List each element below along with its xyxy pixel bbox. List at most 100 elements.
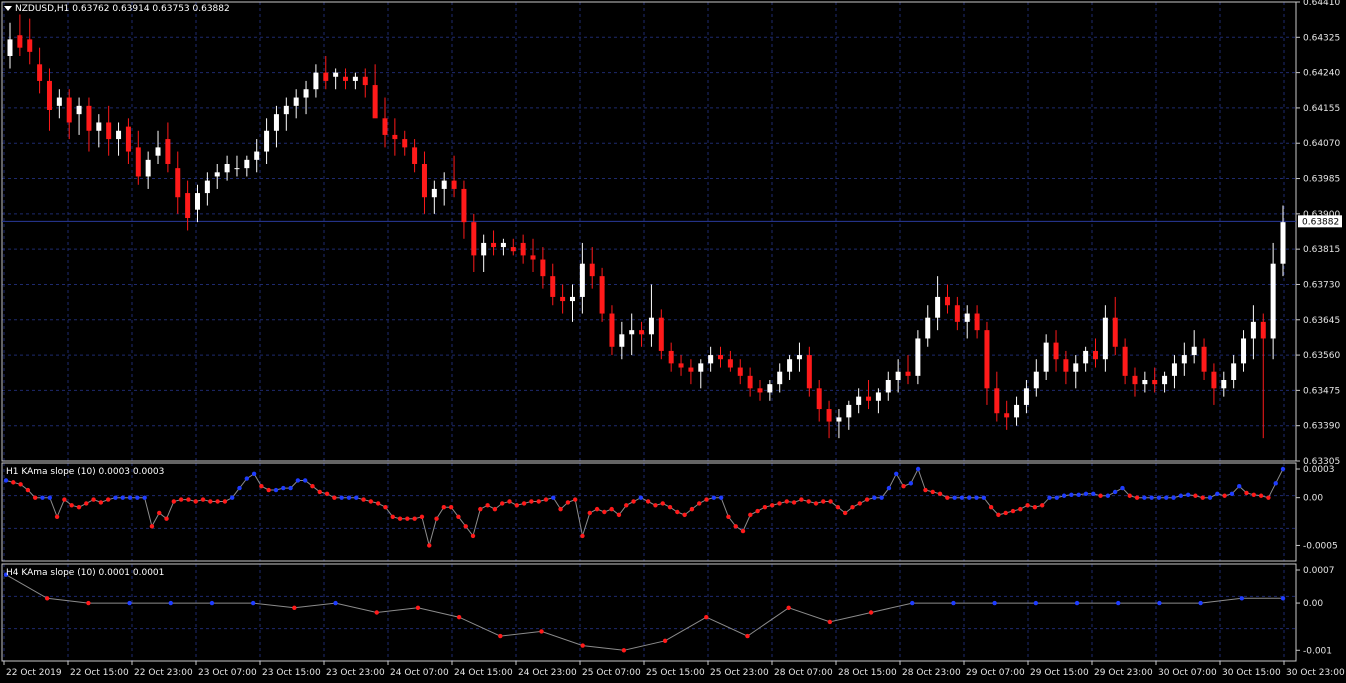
- candle-body[interactable]: [402, 139, 408, 148]
- candle-body[interactable]: [333, 72, 339, 77]
- candle-body[interactable]: [185, 193, 191, 218]
- candle-body[interactable]: [86, 105, 92, 131]
- candle-body[interactable]: [648, 317, 654, 335]
- candle-body[interactable]: [895, 371, 901, 380]
- candle-body[interactable]: [1260, 321, 1266, 339]
- trading-chart[interactable]: 0.64410 0.64325 0.64240 0.64155 0.64070 0.639…: [0, 0, 1346, 683]
- candle-body[interactable]: [1171, 363, 1177, 376]
- candle-body[interactable]: [343, 76, 349, 81]
- candle-body[interactable]: [560, 296, 566, 302]
- candle-body[interactable]: [1280, 222, 1286, 264]
- candle-body[interactable]: [737, 367, 743, 376]
- candle-body[interactable]: [244, 159, 250, 169]
- candle-body[interactable]: [106, 122, 112, 140]
- candle-body[interactable]: [747, 375, 753, 389]
- candle-body[interactable]: [1004, 413, 1010, 418]
- candle-body[interactable]: [1181, 355, 1187, 364]
- candle-body[interactable]: [96, 122, 102, 131]
- candle-body[interactable]: [451, 180, 457, 189]
- candle-body[interactable]: [382, 118, 388, 135]
- candle-body[interactable]: [905, 371, 911, 376]
- candle-body[interactable]: [145, 159, 151, 177]
- candle-body[interactable]: [362, 76, 368, 86]
- candle-body[interactable]: [1063, 359, 1069, 372]
- candle-body[interactable]: [510, 247, 516, 252]
- candle-body[interactable]: [688, 367, 694, 372]
- candle-body[interactable]: [540, 259, 546, 277]
- candle-body[interactable]: [214, 172, 220, 177]
- candle-body[interactable]: [698, 363, 704, 372]
- candle-body[interactable]: [964, 313, 970, 322]
- candle-body[interactable]: [461, 188, 467, 223]
- candle-body[interactable]: [777, 371, 783, 385]
- candle-body[interactable]: [313, 72, 319, 90]
- candle-body[interactable]: [599, 276, 605, 314]
- candle-body[interactable]: [994, 388, 1000, 414]
- candle-body[interactable]: [550, 276, 556, 297]
- candle-body[interactable]: [579, 263, 585, 297]
- candle-body[interactable]: [974, 313, 980, 331]
- candle-body[interactable]: [846, 404, 852, 418]
- candle-body[interactable]: [27, 39, 33, 52]
- candle-body[interactable]: [1073, 363, 1079, 372]
- candle-body[interactable]: [352, 76, 358, 81]
- candle-body[interactable]: [1102, 317, 1108, 360]
- candle-body[interactable]: [727, 359, 733, 368]
- candle-body[interactable]: [412, 147, 418, 164]
- candle-body[interactable]: [1270, 263, 1276, 339]
- candle-body[interactable]: [421, 164, 427, 198]
- candle-body[interactable]: [1162, 375, 1168, 385]
- candle-body[interactable]: [1132, 375, 1138, 385]
- candle-body[interactable]: [155, 147, 161, 156]
- candle-body[interactable]: [629, 330, 635, 335]
- candle-body[interactable]: [1093, 350, 1099, 360]
- candle-body[interactable]: [1053, 342, 1059, 360]
- candle-body[interactable]: [1211, 371, 1217, 389]
- candle-body[interactable]: [254, 151, 260, 160]
- candle-body[interactable]: [708, 355, 714, 364]
- candle-body[interactable]: [66, 97, 72, 123]
- candle-body[interactable]: [125, 126, 131, 152]
- candle-body[interactable]: [639, 330, 645, 335]
- candle-body[interactable]: [767, 384, 773, 393]
- candle-body[interactable]: [1191, 346, 1197, 356]
- candle-body[interactable]: [76, 105, 82, 115]
- candle-body[interactable]: [116, 130, 122, 140]
- candle-body[interactable]: [836, 417, 842, 422]
- candle-body[interactable]: [944, 296, 950, 306]
- candle-body[interactable]: [1152, 380, 1158, 385]
- candle-body[interactable]: [954, 305, 960, 322]
- candle-body[interactable]: [441, 180, 447, 189]
- candle-body[interactable]: [283, 105, 289, 115]
- candle-body[interactable]: [175, 168, 181, 198]
- candle-body[interactable]: [165, 139, 171, 164]
- candle-body[interactable]: [984, 330, 990, 389]
- candle-body[interactable]: [1241, 338, 1247, 364]
- candle-body[interactable]: [826, 409, 832, 422]
- candle-body[interactable]: [37, 64, 43, 81]
- candle-body[interactable]: [609, 313, 615, 347]
- candle-body[interactable]: [293, 97, 299, 106]
- candle-body[interactable]: [1201, 346, 1207, 372]
- candle-body[interactable]: [885, 380, 891, 393]
- candle-body[interactable]: [520, 242, 526, 256]
- candle-body[interactable]: [787, 359, 793, 372]
- candle-body[interactable]: [234, 168, 240, 170]
- candle-body[interactable]: [925, 317, 931, 339]
- candle-body[interactable]: [135, 147, 141, 177]
- candle-body[interactable]: [17, 35, 23, 48]
- candle-body[interactable]: [866, 396, 872, 401]
- candle-body[interactable]: [569, 296, 575, 302]
- candle-body[interactable]: [46, 80, 52, 110]
- candle-body[interactable]: [718, 355, 724, 360]
- candle-body[interactable]: [915, 338, 921, 376]
- candle-body[interactable]: [816, 388, 822, 410]
- candle-body[interactable]: [7, 39, 13, 56]
- candle-body[interactable]: [1083, 350, 1089, 364]
- candle-body[interactable]: [935, 296, 941, 318]
- candle-body[interactable]: [1142, 380, 1148, 385]
- candle-body[interactable]: [56, 97, 62, 106]
- candle-body[interactable]: [1122, 346, 1128, 376]
- candle-body[interactable]: [1221, 380, 1227, 389]
- candle-body[interactable]: [1112, 317, 1118, 347]
